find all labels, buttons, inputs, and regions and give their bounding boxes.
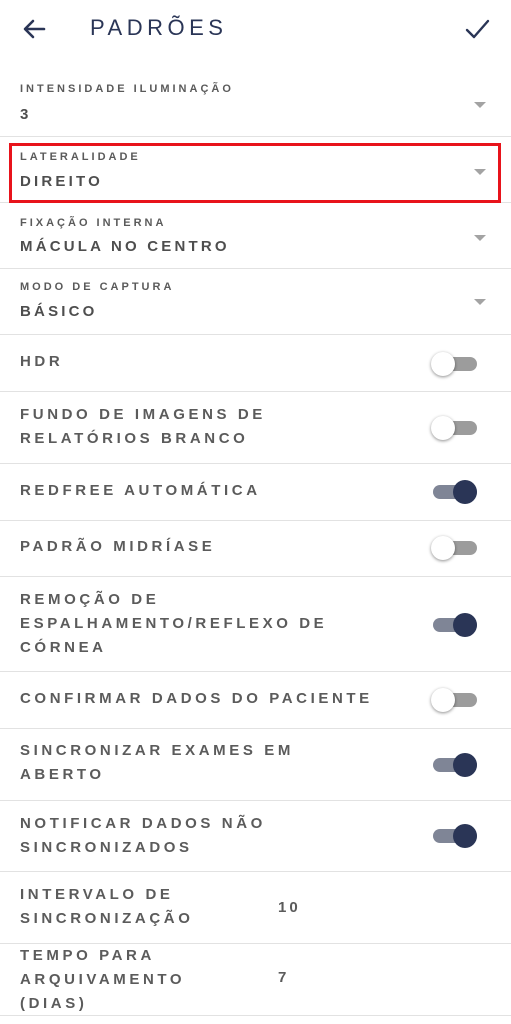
dropdown-caret-icon — [474, 169, 486, 175]
toggle-row-sincronizar-exames: SINCRONIZAR EXAMES EM ABERTO — [0, 729, 511, 801]
dropdown-caret-icon — [474, 102, 486, 108]
toggle-label: HDR — [20, 353, 64, 370]
toggle-knob — [431, 416, 455, 440]
toggle-switch-redfree[interactable] — [431, 478, 479, 506]
select-intensidade-iluminacao[interactable]: INTENSIDADE ILUMINAÇÃO 3 — [0, 72, 511, 137]
toggle-switch-notificar-dados[interactable] — [431, 822, 479, 850]
toggle-row-fundo-branco: FUNDO DE IMAGENS DE RELATÓRIOS BRANCO — [0, 392, 511, 464]
toggle-knob — [453, 753, 477, 777]
toggle-label: FUNDO DE IMAGENS DE RELATÓRIOS BRANCO — [20, 406, 266, 447]
select-fixacao-interna[interactable]: FIXAÇÃO INTERNA MÁCULA NO CENTRO — [0, 203, 511, 269]
toggle-knob — [431, 536, 455, 560]
arrow-left-icon — [23, 19, 46, 39]
toggle-row-redfree: REDFREE AUTOMÁTICA — [0, 464, 511, 521]
toggle-label: REDFREE AUTOMÁTICA — [20, 482, 261, 499]
toggle-knob — [453, 824, 477, 848]
select-value: BÁSICO — [20, 303, 98, 320]
check-icon — [465, 19, 490, 39]
toggle-label: NOTIFICAR DADOS NÃO SINCRONIZADOS — [20, 815, 266, 856]
toggle-switch-hdr[interactable] — [431, 350, 479, 378]
select-modo-de-captura[interactable]: MODO DE CAPTURA BÁSICO — [0, 269, 511, 335]
toggle-row-remocao-reflexo: REMOÇÃO DE ESPALHAMENTO/REFLEXO DE CÓRNE… — [0, 577, 511, 672]
toggle-label: CONFIRMAR DADOS DO PACIENTE — [20, 690, 373, 707]
toggle-switch-confirmar-dados[interactable] — [431, 686, 479, 714]
select-lateralidade[interactable]: LATERALIDADE DIREITO — [0, 137, 511, 203]
toggle-row-midriase: PADRÃO MIDRÍASE — [0, 521, 511, 577]
select-value: 3 — [20, 106, 32, 123]
save-button[interactable] — [460, 12, 494, 46]
select-value: DIREITO — [20, 173, 103, 190]
select-label: FIXAÇÃO INTERNA — [20, 217, 167, 229]
dropdown-caret-icon — [474, 299, 486, 305]
toggle-knob — [453, 480, 477, 504]
toggle-switch-midriase[interactable] — [431, 534, 479, 562]
toggle-row-confirmar-dados: CONFIRMAR DADOS DO PACIENTE — [0, 672, 511, 729]
dropdown-caret-icon — [474, 235, 486, 241]
toggle-row-notificar-dados: NOTIFICAR DADOS NÃO SINCRONIZADOS — [0, 801, 511, 872]
toggle-label: REMOÇÃO DE ESPALHAMENTO/REFLEXO DE CÓRNE… — [20, 591, 328, 656]
toggle-knob — [453, 613, 477, 637]
toggle-switch-remocao-reflexo[interactable] — [431, 611, 479, 639]
toggle-knob — [431, 688, 455, 712]
page-title: PADRÕES — [90, 15, 228, 40]
select-label: INTENSIDADE ILUMINAÇÃO — [20, 83, 234, 95]
app-bar: PADRÕES — [0, 0, 511, 62]
numeric-value[interactable]: 10 — [278, 899, 301, 916]
toggle-label: PADRÃO MIDRÍASE — [20, 538, 216, 555]
select-label: LATERALIDADE — [20, 151, 141, 163]
toggle-switch-fundo-branco[interactable] — [431, 414, 479, 442]
select-value: MÁCULA NO CENTRO — [20, 238, 230, 255]
toggle-row-hdr: HDR — [0, 335, 511, 392]
numeric-row-intervalo[interactable]: INTERVALO DE SINCRONIZAÇÃO 10 — [0, 872, 511, 944]
numeric-label: TEMPO PARA ARQUIVAMENTO (DIAS) — [20, 947, 186, 1012]
toggle-knob — [431, 352, 455, 376]
numeric-row-arquivamento[interactable]: TEMPO PARA ARQUIVAMENTO (DIAS) 7 — [0, 944, 511, 1016]
numeric-label: INTERVALO DE SINCRONIZAÇÃO — [20, 886, 194, 927]
toggle-switch-sincronizar-exames[interactable] — [431, 751, 479, 779]
back-button[interactable] — [18, 14, 52, 44]
select-label: MODO DE CAPTURA — [20, 281, 175, 293]
toggle-label: SINCRONIZAR EXAMES EM ABERTO — [20, 742, 294, 783]
numeric-value[interactable]: 7 — [278, 969, 289, 986]
